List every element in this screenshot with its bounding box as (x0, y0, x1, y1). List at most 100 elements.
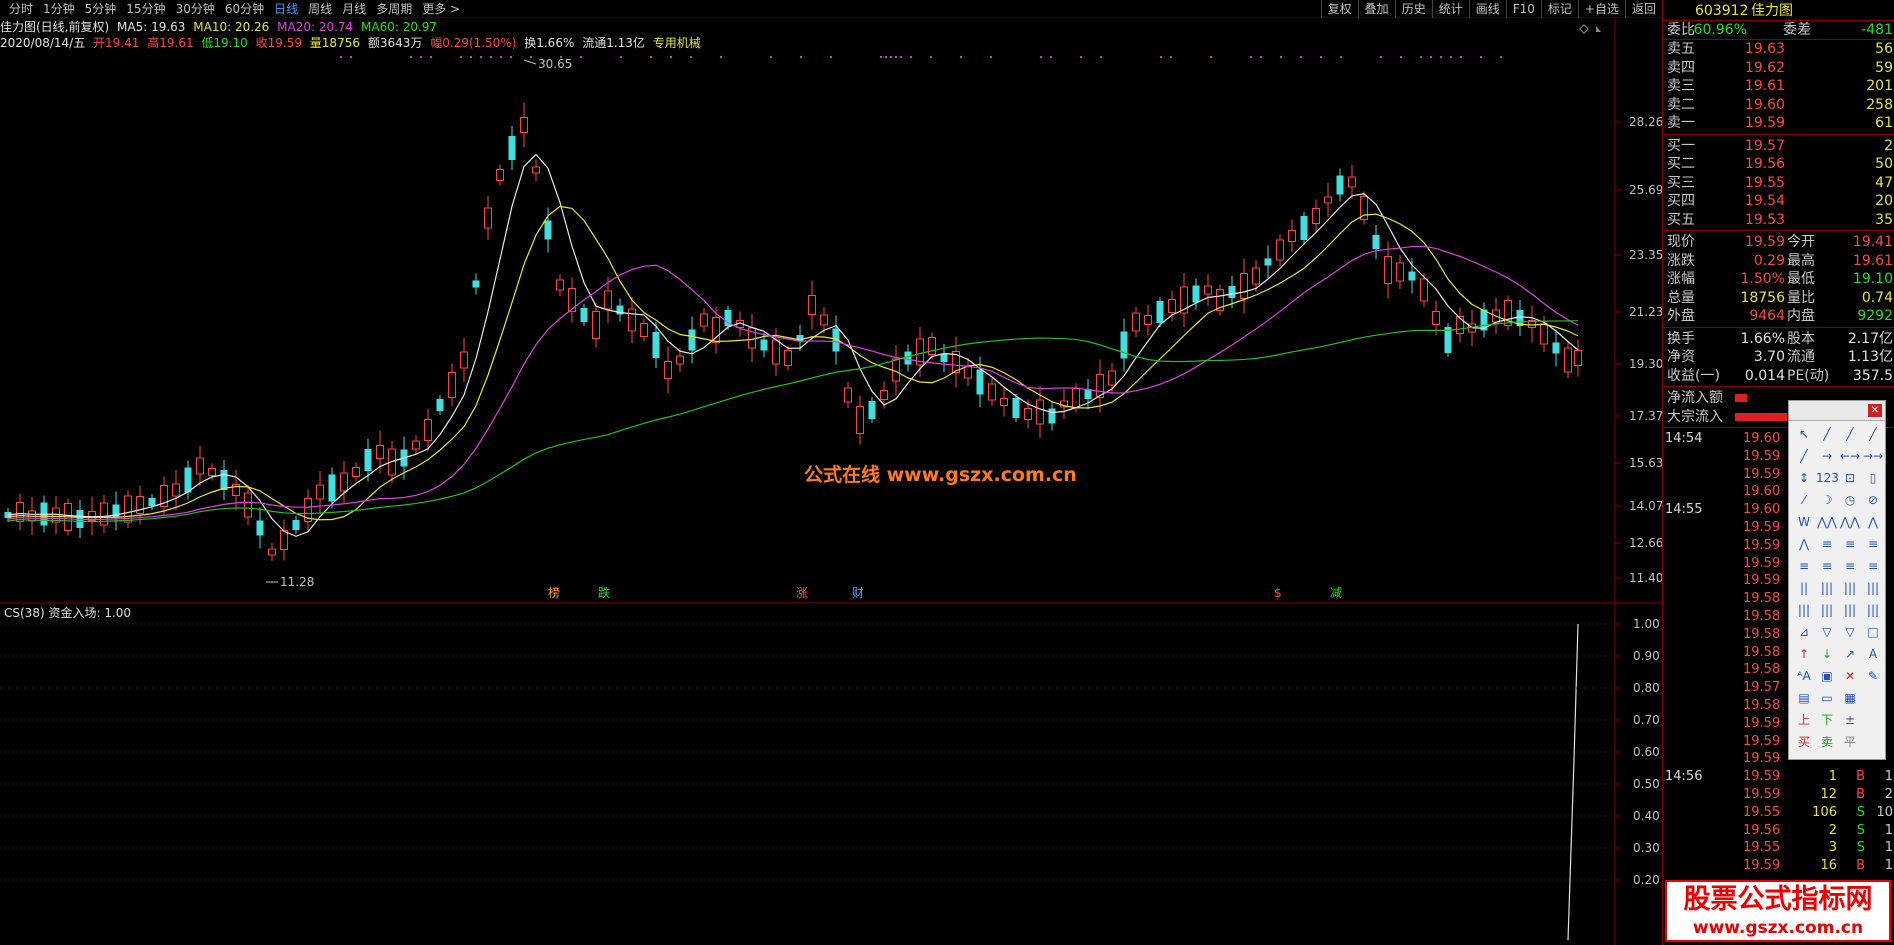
draw-tool-icon[interactable]: 买 (1793, 733, 1815, 751)
period-tab-6[interactable]: 日线 (269, 0, 303, 18)
draw-tool-icon[interactable]: ≡ (1839, 557, 1861, 575)
draw-tool-icon[interactable] (1862, 689, 1884, 707)
period-tab-9[interactable]: 多周期 (371, 0, 417, 18)
ask-label: 卖五 (1667, 41, 1695, 57)
draw-tool-icon[interactable]: ↗ (1839, 645, 1861, 663)
drawing-tools-palette[interactable]: ✕ ↖ ╱ ╱ ╱ ╱ → ←→ →→ ↕ 123 ⊡ ▯ ⁄ ☽ ◷ ⊘ W ⋀⋀ ⋀⋀ ⋀ ⋀ ≡ ≡ ≡ ≡ ≡ ≡ ≡ || ||… (1788, 400, 1886, 760)
draw-tool-icon[interactable]: ✕ (1839, 667, 1861, 685)
draw-tool-icon[interactable]: ||| (1839, 601, 1861, 619)
draw-tool-icon[interactable]: ▤ (1793, 689, 1815, 707)
event-marker[interactable]: 财 (852, 586, 864, 600)
draw-tool-icon[interactable]: ↕ (1793, 469, 1815, 487)
draw-tool-icon[interactable]: || (1793, 579, 1815, 597)
period-tab-5[interactable]: 60分钟 (220, 0, 269, 18)
draw-tool-icon[interactable]: ▽ (1816, 623, 1838, 641)
draw-tool-icon[interactable]: 123 (1816, 469, 1839, 487)
period-tab-4[interactable]: 30分钟 (171, 0, 220, 18)
tool-button-7[interactable]: +自选 (1577, 0, 1625, 18)
period-tab-7[interactable]: 周线 (303, 0, 337, 18)
draw-tool-icon[interactable]: ± (1839, 711, 1861, 729)
draw-tool-icon[interactable]: ||| (1839, 579, 1861, 597)
draw-tool-icon[interactable]: ▭ (1816, 689, 1838, 707)
draw-tool-icon[interactable]: ▯ (1862, 469, 1884, 487)
draw-tool-icon[interactable]: ⋀⋀ (1816, 513, 1838, 531)
tick-price: 19.59 (1743, 733, 1781, 749)
draw-tool-icon[interactable]: ╱ (1839, 425, 1861, 443)
draw-tool-icon[interactable]: ||| (1816, 601, 1838, 619)
draw-tool-icon[interactable]: ≡ (1816, 557, 1838, 575)
draw-tool-icon[interactable]: ◷ (1839, 491, 1861, 509)
draw-tool-icon[interactable] (1862, 711, 1884, 729)
draw-tool-icon[interactable]: W (1793, 513, 1815, 531)
close-icon[interactable]: ✕ (1868, 404, 1882, 417)
draw-tool-icon[interactable]: ⋀⋀ (1839, 513, 1861, 531)
tool-button-3[interactable]: 统计 (1431, 0, 1469, 18)
draw-tool-icon[interactable]: ||| (1793, 601, 1815, 619)
draw-tool-icon[interactable]: 下 (1816, 711, 1838, 729)
draw-tool-icon[interactable]: ⋀ (1862, 513, 1884, 531)
draw-tool-icon[interactable]: ᴬA (1793, 667, 1815, 685)
signal-dot (1440, 56, 1442, 58)
draw-tool-icon[interactable]: 平 (1839, 733, 1861, 751)
candle-down (760, 339, 768, 351)
draw-tool-icon[interactable]: ⊿ (1793, 623, 1815, 641)
draw-tool-icon[interactable]: ↓ (1816, 645, 1838, 663)
draw-tool-icon[interactable]: ⊡ (1839, 469, 1861, 487)
candle-up (1288, 230, 1296, 242)
chart-expand-icon[interactable] (1596, 26, 1601, 32)
event-marker[interactable]: $ (1274, 586, 1282, 600)
draw-tool-icon[interactable]: ⁄ (1793, 491, 1815, 509)
tool-button-5[interactable]: F10 (1505, 0, 1541, 18)
tool-button-6[interactable]: 标记 (1540, 0, 1578, 18)
event-marker[interactable]: 榜 (548, 585, 560, 600)
draw-tool-icon[interactable]: 上 (1793, 711, 1815, 729)
event-marker[interactable]: 减 (1330, 586, 1342, 600)
draw-tool-icon[interactable]: ≡ (1816, 535, 1838, 553)
draw-tool-icon[interactable]: A (1862, 645, 1884, 663)
draw-tool-icon[interactable]: ≡ (1793, 557, 1815, 575)
tool-button-0[interactable]: 复权 (1320, 0, 1358, 18)
draw-tool-icon[interactable]: ╱ (1862, 425, 1884, 443)
draw-tool-icon[interactable] (1862, 733, 1884, 751)
indicator-name[interactable]: CS(38) (4, 606, 45, 620)
event-marker[interactable]: 跌 (598, 585, 610, 600)
period-tab-2[interactable]: 5分钟 (80, 0, 122, 18)
event-marker[interactable]: 涨 (796, 585, 808, 600)
draw-tool-icon[interactable]: ▣ (1816, 667, 1838, 685)
draw-tool-icon[interactable]: ▽ (1839, 623, 1861, 641)
draw-tool-icon[interactable]: 卖 (1816, 733, 1838, 751)
draw-tool-icon[interactable]: ↑ (1793, 645, 1815, 663)
draw-tool-icon[interactable]: ≡ (1839, 535, 1861, 553)
draw-tool-icon[interactable]: ☽ (1816, 491, 1838, 509)
palette-titlebar[interactable]: ✕ (1789, 401, 1885, 421)
draw-tool-icon[interactable]: ≡ (1862, 557, 1884, 575)
bid-row: 买二 19.56 50 (1663, 155, 1894, 173)
draw-tool-icon[interactable]: ╱ (1793, 447, 1815, 465)
tool-button-2[interactable]: 历史 (1394, 0, 1432, 18)
period-tab-3[interactable]: 15分钟 (121, 0, 170, 18)
period-tab-0[interactable]: 分时 (4, 0, 38, 18)
tool-button-1[interactable]: 叠加 (1357, 0, 1395, 18)
draw-tool-icon[interactable]: ▦ (1839, 689, 1861, 707)
draw-tool-icon[interactable]: → (1816, 447, 1838, 465)
period-tab-8[interactable]: 月线 (337, 0, 371, 18)
draw-tool-icon[interactable]: →→ (1862, 447, 1884, 465)
draw-tool-icon[interactable]: ✎ (1862, 667, 1884, 685)
period-tab-1[interactable]: 1分钟 (38, 0, 80, 18)
draw-tool-icon[interactable]: ←→ (1839, 447, 1861, 465)
draw-tool-icon[interactable]: ≡ (1862, 535, 1884, 553)
draw-tool-icon[interactable]: □ (1862, 623, 1884, 641)
stat-row: 涨跌 0.29 最高 19.61 (1663, 252, 1894, 270)
draw-tool-icon[interactable]: ⊘ (1862, 491, 1884, 509)
tool-button-8[interactable]: 返回 (1624, 0, 1662, 18)
draw-tool-icon[interactable]: ||| (1816, 579, 1838, 597)
draw-tool-icon[interactable]: ↖ (1793, 425, 1815, 443)
draw-tool-icon[interactable]: ||| (1862, 579, 1884, 597)
draw-tool-icon[interactable]: ⋀ (1793, 535, 1815, 553)
chart-option-icon[interactable] (1579, 24, 1589, 34)
period-tab-10[interactable]: 更多 > (417, 0, 465, 18)
draw-tool-icon[interactable]: ╱ (1816, 425, 1838, 443)
draw-tool-icon[interactable]: ||| (1862, 601, 1884, 619)
stock-header: 603912 佳力图 (1663, 2, 1894, 20)
tool-button-4[interactable]: 画线 (1468, 0, 1506, 18)
